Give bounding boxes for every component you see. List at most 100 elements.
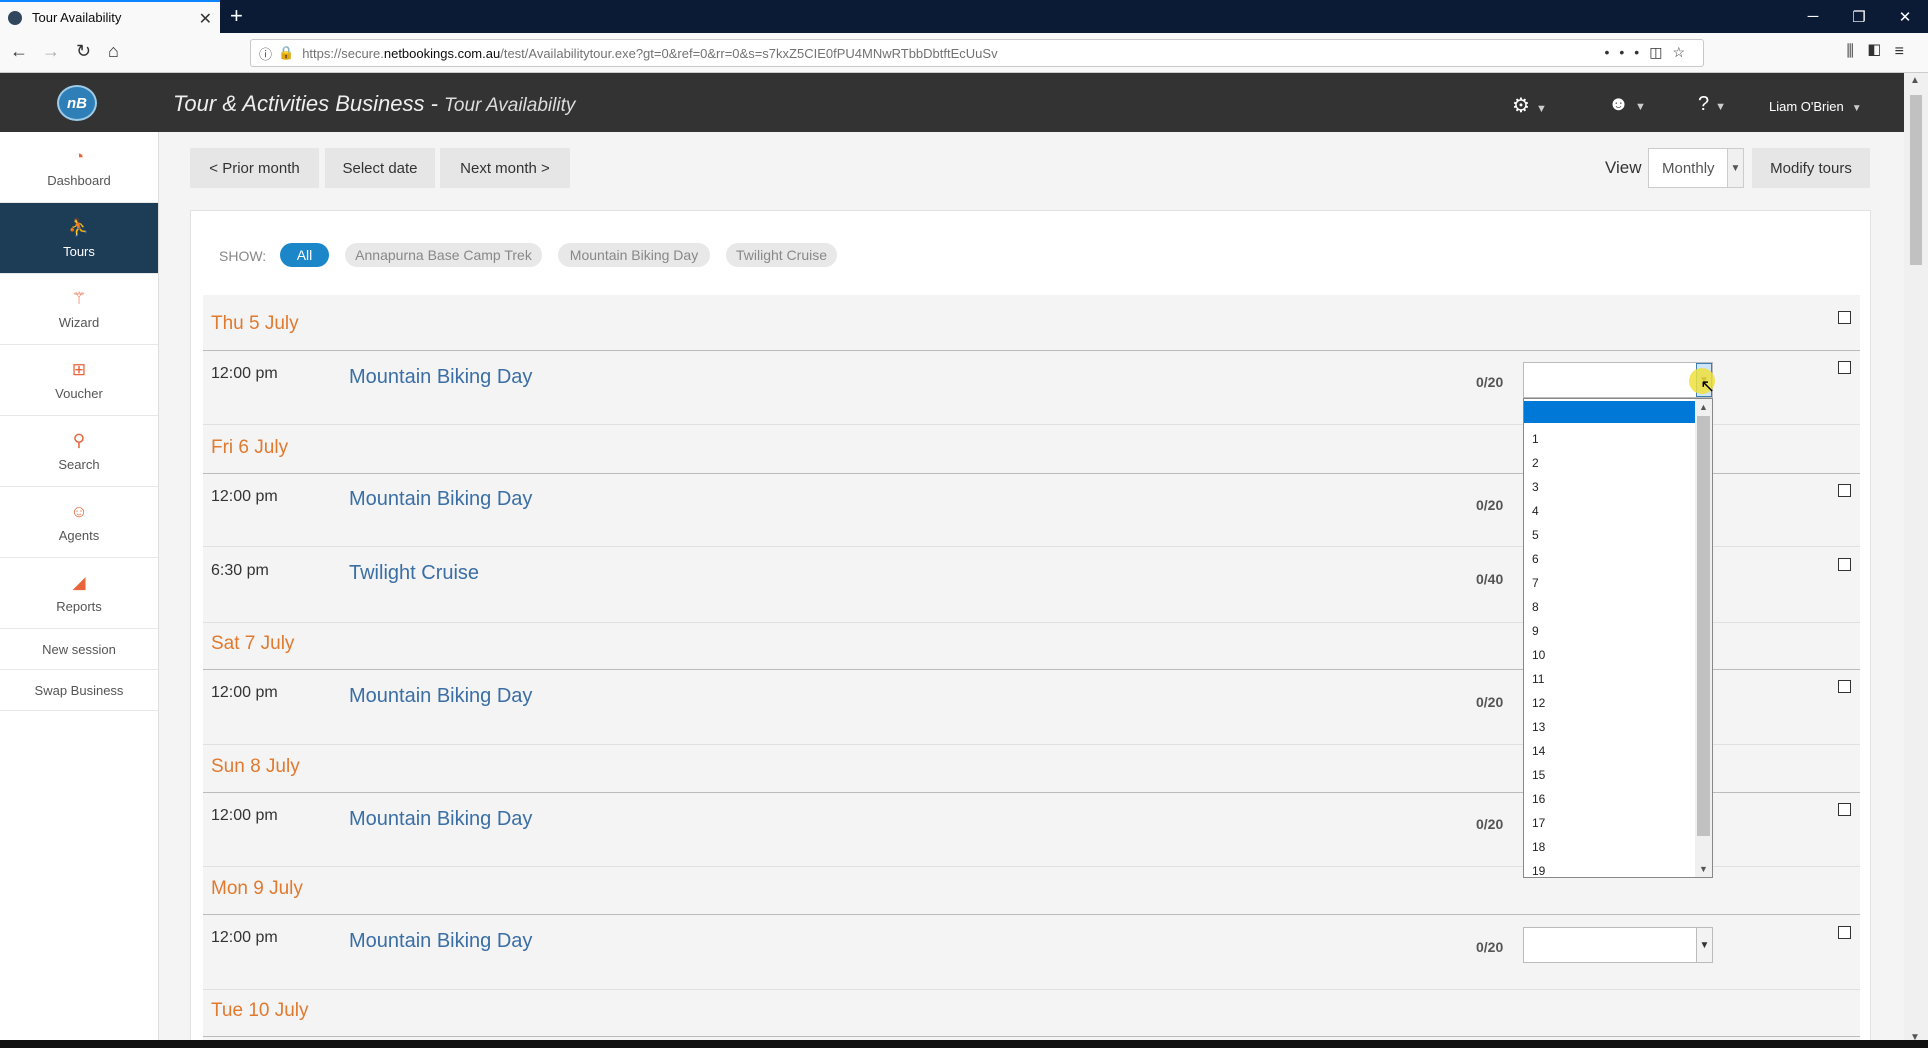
quantity-select[interactable]: ▼: [1523, 927, 1713, 963]
gauge-icon: ◔: [73, 146, 85, 166]
dropdown-option[interactable]: 9: [1532, 619, 1545, 643]
dropdown-option[interactable]: 15: [1532, 763, 1545, 787]
site-info-icon[interactable]: ⓘ: [259, 44, 272, 63]
help-menu[interactable]: ? ▼: [1698, 93, 1726, 116]
account-menu[interactable]: Liam O'Brien ▼: [1769, 99, 1862, 114]
page-scrollbar[interactable]: ▲ ▼: [1904, 73, 1928, 1045]
session-checkbox[interactable]: [1838, 803, 1851, 816]
dropdown-option[interactable]: 19: [1532, 859, 1545, 877]
user-menu[interactable]: ☻ ▼: [1608, 93, 1646, 116]
back-icon[interactable]: ←: [10, 41, 28, 62]
view-select[interactable]: Monthly ▼: [1648, 148, 1744, 188]
new-session-link[interactable]: New session: [0, 629, 158, 670]
dropdown-option[interactable]: 17: [1532, 811, 1545, 835]
chevron-down-icon[interactable]: ▼: [1727, 149, 1743, 187]
quantity-dropdown-list[interactable]: 1 2 3 4 5 6 7 8 9 10 11 12 13 14 15 16 1…: [1523, 398, 1713, 878]
tour-link[interactable]: Mountain Biking Day: [349, 808, 532, 831]
dropdown-option[interactable]: 18: [1532, 835, 1545, 859]
home-icon[interactable]: ⌂: [108, 41, 119, 62]
tour-link[interactable]: Mountain Biking Day: [349, 488, 532, 511]
dropdown-option[interactable]: 14: [1532, 739, 1545, 763]
dropdown-option[interactable]: 6: [1532, 547, 1545, 571]
browser-nav-bar: ← → ↻ ⌂ ⓘ 🔒 https://secure. netbookings.…: [0, 33, 1928, 73]
sidebar-item-dashboard[interactable]: ◔ Dashboard: [0, 132, 158, 203]
session-checkbox[interactable]: [1838, 558, 1851, 571]
more-actions-icon[interactable]: •••: [1604, 44, 1649, 60]
tab-close-icon[interactable]: ✕: [199, 9, 212, 29]
select-date-button[interactable]: Select date: [325, 148, 435, 188]
dropdown-scrollbar[interactable]: ▲ ▼: [1695, 399, 1712, 877]
settings-menu[interactable]: ⚙ ▼: [1512, 93, 1547, 118]
new-tab-icon[interactable]: +: [230, 3, 243, 29]
dropdown-option[interactable]: 5: [1532, 523, 1545, 547]
sidebar-item-label: Agents: [58, 527, 100, 543]
day-divider: [203, 1036, 1860, 1037]
dropdown-option[interactable]: 8: [1532, 595, 1545, 619]
sidebar-item-label: Search: [58, 456, 100, 472]
quantity-select-open[interactable]: ▼: [1523, 362, 1713, 398]
day-checkbox[interactable]: [1838, 311, 1851, 324]
highlighted-option[interactable]: [1524, 401, 1696, 423]
sidebar-item-tours[interactable]: ⛹ Tours: [0, 203, 158, 274]
app-header: nB Tour & Activities Business - Tour Ava…: [0, 73, 1904, 132]
menu-icon[interactable]: ≡: [1895, 43, 1918, 60]
day-heading: Sun 8 July: [211, 756, 300, 777]
dropdown-option[interactable]: 13: [1532, 715, 1545, 739]
dropdown-option[interactable]: 4: [1532, 499, 1545, 523]
dropdown-option[interactable]: 3: [1532, 475, 1545, 499]
sidebar-toggle-icon[interactable]: ◧: [1868, 43, 1895, 60]
sidebar-item-reports[interactable]: ◢ Reports: [0, 558, 158, 629]
dropdown-option[interactable]: 7: [1532, 571, 1545, 595]
filter-chip-all[interactable]: All: [280, 243, 329, 267]
swap-business-link[interactable]: Swap Business: [0, 670, 158, 711]
scroll-down-icon[interactable]: ▼: [1695, 861, 1712, 877]
scroll-up-icon[interactable]: ▲: [1910, 75, 1920, 86]
help-icon: ?: [1698, 93, 1710, 115]
next-month-button[interactable]: Next month >: [440, 148, 570, 188]
reload-icon[interactable]: ↻: [76, 41, 91, 62]
bookmark-star-icon[interactable]: ☆: [1672, 44, 1695, 60]
dropdown-option[interactable]: 1: [1532, 427, 1545, 451]
minimize-icon[interactable]: ─: [1790, 0, 1836, 33]
session-checkbox[interactable]: [1838, 926, 1851, 939]
tour-link[interactable]: Mountain Biking Day: [349, 930, 532, 953]
dropdown-option[interactable]: 2: [1532, 451, 1545, 475]
chevron-down-icon[interactable]: ▼: [1696, 928, 1712, 962]
close-window-icon[interactable]: ✕: [1882, 0, 1928, 33]
modify-tours-button[interactable]: Modify tours: [1752, 148, 1870, 188]
session-checkbox[interactable]: [1838, 680, 1851, 693]
sidebar-item-label: Voucher: [55, 385, 103, 401]
prior-month-button[interactable]: < Prior month: [190, 148, 319, 188]
url-bar[interactable]: ⓘ 🔒 https://secure. netbookings.com.au /…: [250, 39, 1704, 67]
sidebar-item-voucher[interactable]: ⊞ Voucher: [0, 345, 158, 416]
session-checkbox[interactable]: [1838, 484, 1851, 497]
tour-link[interactable]: Mountain Biking Day: [349, 685, 532, 708]
sidebar-item-agents[interactable]: ☺ Agents: [0, 487, 158, 558]
session-checkbox[interactable]: [1838, 361, 1851, 374]
filter-chip-mountain-biking[interactable]: Mountain Biking Day: [558, 243, 710, 267]
filter-chip-annapurna[interactable]: Annapurna Base Camp Trek: [345, 243, 542, 267]
chevron-down-icon: ▼: [1535, 103, 1547, 115]
gear-icon: ⚙: [1512, 95, 1530, 117]
page-title: Tour & Activities Business - Tour Availa…: [173, 91, 575, 117]
pocket-icon[interactable]: ◫: [1649, 44, 1672, 60]
tour-link[interactable]: Mountain Biking Day: [349, 366, 532, 389]
logo[interactable]: nB: [57, 85, 97, 121]
sidebar-item-search[interactable]: ⚲ Search: [0, 416, 158, 487]
library-icon[interactable]: ⫼: [1846, 43, 1867, 60]
filter-chip-twilight-cruise[interactable]: Twilight Cruise: [726, 243, 837, 267]
dropdown-option[interactable]: 10: [1532, 643, 1545, 667]
scroll-up-icon[interactable]: ▲: [1695, 399, 1712, 415]
scrollbar-thumb[interactable]: [1910, 95, 1922, 265]
dropdown-option[interactable]: 12: [1532, 691, 1545, 715]
dropdown-option[interactable]: 11: [1532, 667, 1545, 691]
restore-icon[interactable]: ❐: [1836, 0, 1882, 33]
tour-link[interactable]: Twilight Cruise: [349, 562, 479, 585]
url-actions: •••◫☆: [1604, 44, 1695, 61]
scrollbar-thumb[interactable]: [1697, 416, 1710, 836]
row-divider: [203, 989, 1860, 990]
dropdown-option[interactable]: 16: [1532, 787, 1545, 811]
sidebar-item-wizard[interactable]: ⚚ Wizard: [0, 274, 158, 345]
forward-icon[interactable]: →: [42, 41, 60, 62]
browser-tab[interactable]: Tour Availability ✕: [0, 0, 220, 33]
